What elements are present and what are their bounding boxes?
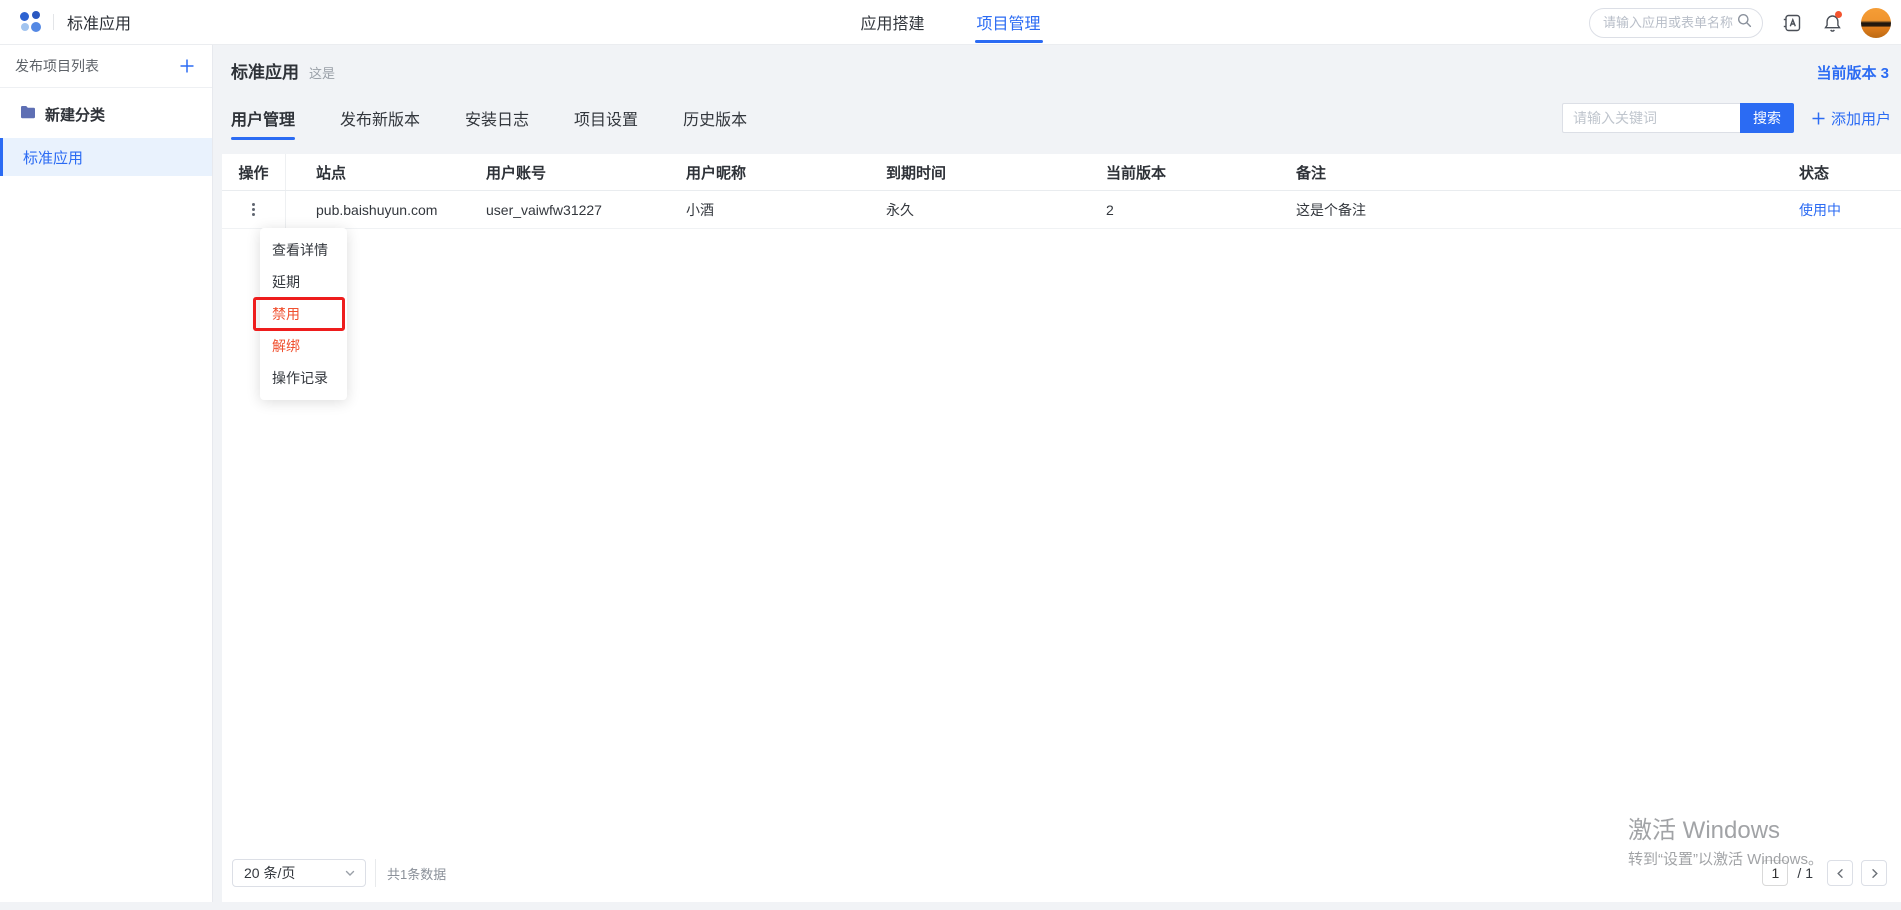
sidebar-item-project-selected[interactable]: 标准应用 xyxy=(0,138,212,176)
folder-icon xyxy=(20,105,36,123)
table-empty-space xyxy=(222,229,1901,850)
tab-install-log[interactable]: 安装日志 xyxy=(465,96,529,140)
chevron-down-icon xyxy=(344,867,356,879)
topbar-divider xyxy=(53,14,54,30)
add-user-button[interactable]: 添加用户 xyxy=(1811,108,1891,129)
sidebar-header-label: 发布项目列表 xyxy=(15,56,99,76)
page-title: 标准应用 xyxy=(231,58,299,83)
column-header-expire: 到期时间 xyxy=(870,162,1090,183)
topnav-project-manage[interactable]: 项目管理 xyxy=(977,0,1041,45)
search-icon[interactable] xyxy=(1737,13,1752,33)
pagination-bar: 20 条/页 共1条数据 / 1 xyxy=(222,850,1901,902)
cell-site: pub.baishuyun.com xyxy=(286,202,470,218)
row-action-menu: 查看详情 延期 禁用 解绑 操作记录 xyxy=(260,228,347,400)
detail-tabs: 用户管理 发布新版本 安装日志 项目设置 历史版本 xyxy=(231,96,747,140)
top-navigation: 应用搭建 项目管理 xyxy=(860,0,1040,45)
topbar-right xyxy=(1589,0,1891,45)
app-logo-icon xyxy=(20,11,42,33)
column-header-status: 状态 xyxy=(1783,162,1901,183)
cell-version: 2 xyxy=(1090,202,1280,218)
global-search-input[interactable] xyxy=(1603,15,1737,30)
main-content: 标准应用 这是 当前版本 3 用户管理 发布新版本 安装日志 项目设置 历史版本… xyxy=(222,45,1901,902)
bell-icon[interactable] xyxy=(1821,12,1843,34)
avatar[interactable] xyxy=(1861,8,1891,38)
pager: / 1 xyxy=(1762,860,1887,886)
tab-user-management[interactable]: 用户管理 xyxy=(231,96,295,140)
tab-project-settings[interactable]: 项目设置 xyxy=(574,96,638,140)
next-page-button[interactable] xyxy=(1861,860,1887,886)
plus-icon xyxy=(1811,111,1826,126)
keyword-input[interactable] xyxy=(1562,103,1740,133)
table-controls: 搜索 添加用户 xyxy=(1562,103,1891,133)
menu-item-disable-label: 禁用 xyxy=(272,306,300,322)
menu-item-operation-log[interactable]: 操作记录 xyxy=(260,362,347,394)
page-subtitle: 这是 xyxy=(309,63,335,82)
column-header-site: 站点 xyxy=(286,162,470,183)
page-size-select[interactable]: 20 条/页 xyxy=(232,859,366,887)
contacts-icon[interactable] xyxy=(1781,12,1803,34)
user-table-card: 操作 站点 用户账号 用户昵称 到期时间 当前版本 备注 状态 pub.bais… xyxy=(222,154,1901,902)
topbar: 标准应用 应用搭建 项目管理 xyxy=(0,0,1901,45)
table-row: pub.baishuyun.com user_vaiwfw31227 小酒 永久… xyxy=(222,191,1901,229)
page-size-value: 20 条/页 xyxy=(244,863,295,883)
footer-divider xyxy=(375,859,376,887)
cell-remark: 这是个备注 xyxy=(1280,200,1783,220)
notification-dot xyxy=(1835,11,1842,18)
column-header-action: 操作 xyxy=(222,154,286,190)
prev-page-button[interactable] xyxy=(1827,860,1853,886)
search-button[interactable]: 搜索 xyxy=(1740,103,1794,133)
menu-item-disable[interactable]: 禁用 xyxy=(260,298,347,330)
sidebar-item-label: 新建分类 xyxy=(45,104,105,125)
row-more-actions-icon[interactable] xyxy=(245,201,263,219)
total-count: 共1条数据 xyxy=(387,864,446,883)
column-header-version: 当前版本 xyxy=(1090,162,1280,183)
table-header-row: 操作 站点 用户账号 用户昵称 到期时间 当前版本 备注 状态 xyxy=(222,154,1901,191)
cell-account: user_vaiwfw31227 xyxy=(470,202,670,218)
sidebar: 发布项目列表 新建分类 标准应用 xyxy=(0,45,213,902)
add-project-button[interactable] xyxy=(178,57,196,75)
menu-item-view-details[interactable]: 查看详情 xyxy=(260,234,347,266)
column-header-account: 用户账号 xyxy=(470,162,670,183)
column-header-nickname: 用户昵称 xyxy=(670,162,870,183)
cell-nickname: 小酒 xyxy=(670,200,870,220)
main-header: 标准应用 这是 当前版本 3 用户管理 发布新版本 安装日志 项目设置 历史版本… xyxy=(222,45,1901,140)
global-search-box[interactable] xyxy=(1589,8,1763,38)
menu-item-extend[interactable]: 延期 xyxy=(260,266,347,298)
sidebar-item-label: 标准应用 xyxy=(23,147,83,168)
cell-status[interactable]: 使用中 xyxy=(1799,202,1841,218)
current-version-label: 当前版本 3 xyxy=(1816,62,1889,83)
tab-history-versions[interactable]: 历史版本 xyxy=(683,96,747,140)
chevron-left-icon xyxy=(1835,868,1846,879)
sidebar-header: 发布项目列表 xyxy=(0,45,212,88)
page-number-input[interactable] xyxy=(1762,860,1788,886)
app-title: 标准应用 xyxy=(67,10,131,34)
menu-item-unbind[interactable]: 解绑 xyxy=(260,330,347,362)
chevron-right-icon xyxy=(1869,868,1880,879)
topnav-app-build[interactable]: 应用搭建 xyxy=(860,0,924,45)
page-total-label: / 1 xyxy=(1797,865,1813,881)
cell-expire: 永久 xyxy=(870,200,1090,220)
column-header-remark: 备注 xyxy=(1280,162,1783,183)
sidebar-item-category[interactable]: 新建分类 xyxy=(0,96,212,132)
add-user-label: 添加用户 xyxy=(1831,108,1891,129)
tab-publish-new-version[interactable]: 发布新版本 xyxy=(340,96,420,140)
